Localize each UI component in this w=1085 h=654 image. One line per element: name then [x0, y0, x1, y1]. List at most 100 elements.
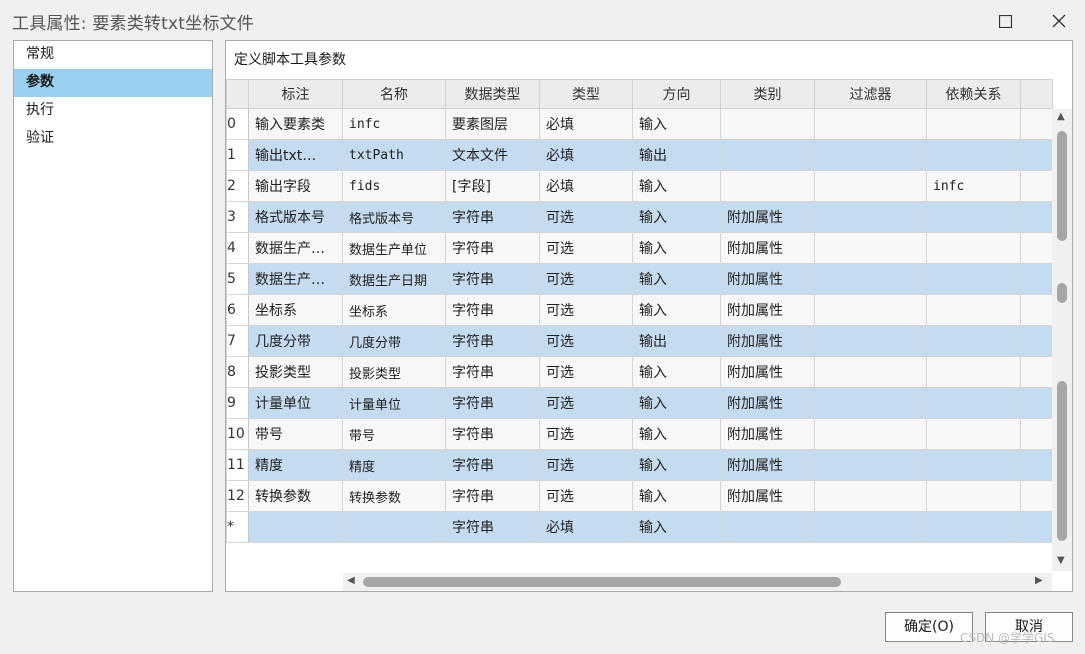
table-cell[interactable]: 几度分带	[248, 325, 343, 357]
table-cell[interactable]: 可选	[539, 263, 633, 295]
table-cell[interactable]: 文本文件	[445, 139, 540, 171]
table-cell[interactable]	[926, 108, 1021, 140]
table-cell[interactable]: 附加属性	[720, 232, 815, 264]
table-cell[interactable]: 输入	[632, 387, 721, 419]
scroll-left-icon[interactable]: ◀	[347, 575, 355, 586]
table-cell[interactable]	[814, 170, 927, 202]
vertical-scroll-thumb-mid[interactable]	[1057, 283, 1067, 303]
table-cell[interactable]: 输出字段	[248, 170, 343, 202]
table-cell[interactable]: 附加属性	[720, 201, 815, 233]
table-cell[interactable]: 附加属性	[720, 449, 815, 481]
table-cell[interactable]	[814, 232, 927, 264]
table-cell[interactable]: 输入要素类	[248, 108, 343, 140]
table-row[interactable]: 4 数据生产… 数据生产单位 字符串 可选 输入 附加属性	[226, 232, 1053, 264]
table-cell[interactable]: 坐标系	[248, 294, 343, 326]
column-header[interactable]: 数据类型	[445, 79, 540, 109]
table-cell[interactable]: 字符串	[445, 418, 540, 450]
table-cell[interactable]: 投影类型	[342, 356, 446, 388]
table-cell[interactable]	[814, 325, 927, 357]
table-cell[interactable]: 精度	[248, 449, 343, 481]
table-cell[interactable]: 附加属性	[720, 263, 815, 295]
table-row[interactable]: 7 几度分带 几度分带 字符串 可选 输出 附加属性	[226, 325, 1053, 357]
table-row[interactable]: 12 转换参数 转换参数 字符串 可选 输入 附加属性	[226, 480, 1053, 512]
table-cell[interactable]: 字符串	[445, 449, 540, 481]
table-cell[interactable]: 要素图层	[445, 108, 540, 140]
table-row[interactable]: 6 坐标系 坐标系 字符串 可选 输入 附加属性	[226, 294, 1053, 326]
table-cell[interactable]	[814, 139, 927, 171]
table-cell[interactable]	[720, 108, 815, 140]
scroll-down-icon[interactable]: ▼	[1057, 555, 1065, 566]
maximize-icon[interactable]	[992, 8, 1018, 34]
table-cell[interactable]	[248, 511, 343, 543]
close-icon[interactable]	[1046, 8, 1072, 34]
table-cell[interactable]: 字符串	[445, 511, 540, 543]
table-cell[interactable]: 精度	[342, 449, 446, 481]
table-cell[interactable]: 计量单位	[248, 387, 343, 419]
table-row[interactable]: 8 投影类型 投影类型 字符串 可选 输入 附加属性	[226, 356, 1053, 388]
sidebar-item-execution[interactable]: 执行	[14, 97, 212, 125]
sidebar-item-validation[interactable]: 验证	[14, 125, 212, 153]
table-cell[interactable]: 可选	[539, 201, 633, 233]
table-cell[interactable]: 输入	[632, 263, 721, 295]
table-cell[interactable]	[814, 201, 927, 233]
table-cell[interactable]: 必填	[539, 170, 633, 202]
table-cell[interactable]	[926, 232, 1021, 264]
table-cell[interactable]: 几度分带	[342, 325, 446, 357]
table-cell[interactable]: 计量单位	[342, 387, 446, 419]
table-cell[interactable]	[926, 263, 1021, 295]
column-header[interactable]: 类别	[720, 79, 815, 109]
table-cell[interactable]: 必填	[539, 511, 633, 543]
table-cell[interactable]: 输入	[632, 170, 721, 202]
table-cell[interactable]: 字符串	[445, 387, 540, 419]
horizontal-scroll-thumb[interactable]	[363, 577, 841, 587]
table-cell[interactable]: 输入	[632, 108, 721, 140]
table-cell[interactable]: 必填	[539, 108, 633, 140]
table-cell[interactable]: 字符串	[445, 232, 540, 264]
table-cell[interactable]: 输入	[632, 418, 721, 450]
table-cell[interactable]: 投影类型	[248, 356, 343, 388]
table-cell[interactable]: 输出	[632, 325, 721, 357]
table-cell[interactable]: 数据生产单位	[342, 232, 446, 264]
table-cell[interactable]: 可选	[539, 449, 633, 481]
table-cell[interactable]: 输入	[632, 201, 721, 233]
column-header[interactable]: 方向	[632, 79, 721, 109]
table-cell[interactable]	[926, 449, 1021, 481]
table-cell[interactable]: 带号	[342, 418, 446, 450]
table-cell[interactable]: 转换参数	[248, 480, 343, 512]
table-cell[interactable]	[814, 418, 927, 450]
table-cell[interactable]: 附加属性	[720, 325, 815, 357]
table-cell[interactable]: 可选	[539, 418, 633, 450]
table-cell[interactable]: txtPath	[342, 139, 446, 171]
table-row[interactable]: 10 带号 带号 字符串 可选 输入 附加属性	[226, 418, 1053, 450]
table-cell[interactable]: 字符串	[445, 294, 540, 326]
table-cell[interactable]	[926, 356, 1021, 388]
table-cell[interactable]: 可选	[539, 480, 633, 512]
column-header[interactable]: 依赖关系	[926, 79, 1021, 109]
table-cell[interactable]: 可选	[539, 325, 633, 357]
table-cell[interactable]	[814, 387, 927, 419]
table-cell[interactable]	[926, 201, 1021, 233]
scroll-right-icon[interactable]: ▶	[1035, 575, 1043, 586]
table-cell[interactable]: 输入	[632, 294, 721, 326]
table-cell[interactable]: 坐标系	[342, 294, 446, 326]
table-cell[interactable]: 格式版本号	[342, 201, 446, 233]
table-cell[interactable]: 字符串	[445, 325, 540, 357]
table-cell[interactable]	[720, 511, 815, 543]
table-cell[interactable]	[720, 170, 815, 202]
vertical-scroll-thumb-lower[interactable]	[1057, 381, 1067, 541]
table-cell[interactable]	[926, 480, 1021, 512]
table-cell[interactable]	[926, 294, 1021, 326]
vertical-scroll-thumb[interactable]	[1057, 131, 1067, 241]
table-cell[interactable]: 附加属性	[720, 356, 815, 388]
table-cell[interactable]: 可选	[539, 232, 633, 264]
table-cell[interactable]	[342, 511, 446, 543]
table-cell[interactable]: fids	[342, 170, 446, 202]
sidebar-item-general[interactable]: 常规	[14, 41, 212, 69]
table-cell[interactable]: 字符串	[445, 263, 540, 295]
table-cell[interactable]: 附加属性	[720, 480, 815, 512]
horizontal-scrollbar[interactable]: ◀ ▶	[343, 573, 1052, 591]
table-cell[interactable]	[926, 387, 1021, 419]
scroll-up-icon[interactable]: ▲	[1057, 111, 1065, 122]
table-cell[interactable]	[814, 294, 927, 326]
column-header[interactable]: 标注	[248, 79, 343, 109]
